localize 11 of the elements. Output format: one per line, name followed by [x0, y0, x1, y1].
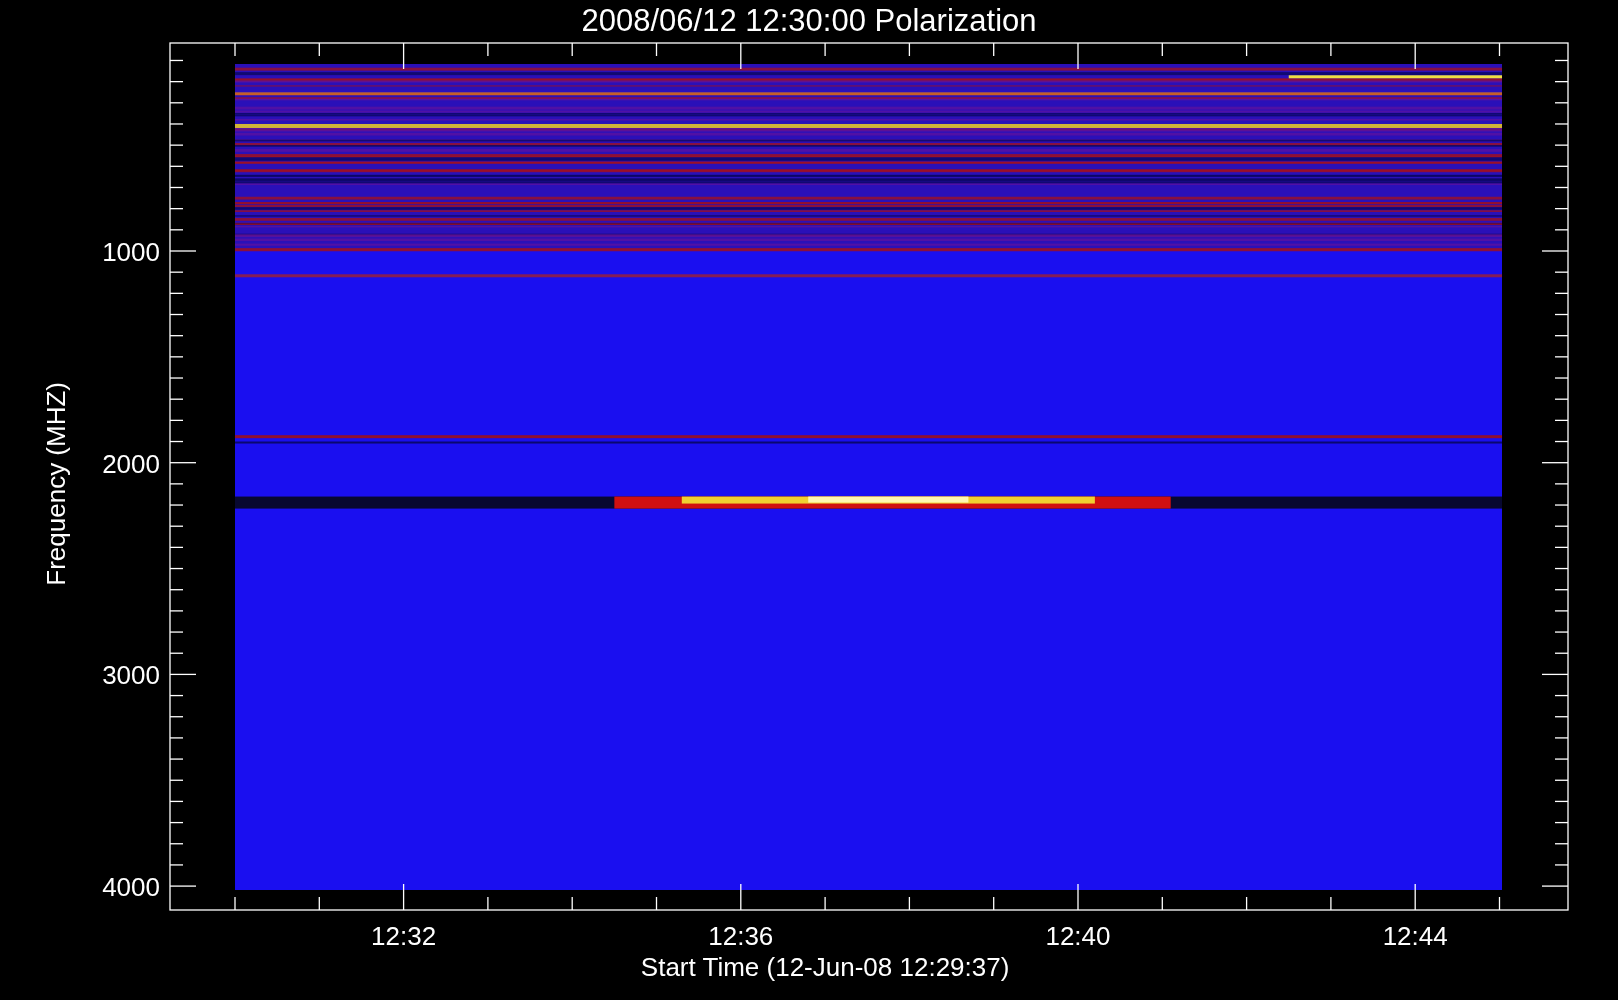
y-axis-label: Frequency (MHZ)	[41, 382, 71, 586]
x-tick-label: 12:36	[708, 921, 774, 951]
x-axis-label: Start Time (12-Jun-08 12:29:37)	[640, 952, 1010, 982]
y-tick-label: 3000	[102, 660, 160, 691]
x-tick-label: 12:40	[1045, 921, 1111, 951]
x-tick-label: 12:44	[1382, 921, 1448, 951]
y-tick-label: 2000	[102, 448, 160, 479]
x-tick-label: 12:32	[371, 921, 437, 951]
chart-title: 2008/06/12 12:30:00 Polarization	[581, 3, 1037, 38]
y-tick-label: 4000	[102, 872, 160, 903]
y-tick-label: 1000	[102, 237, 160, 267]
